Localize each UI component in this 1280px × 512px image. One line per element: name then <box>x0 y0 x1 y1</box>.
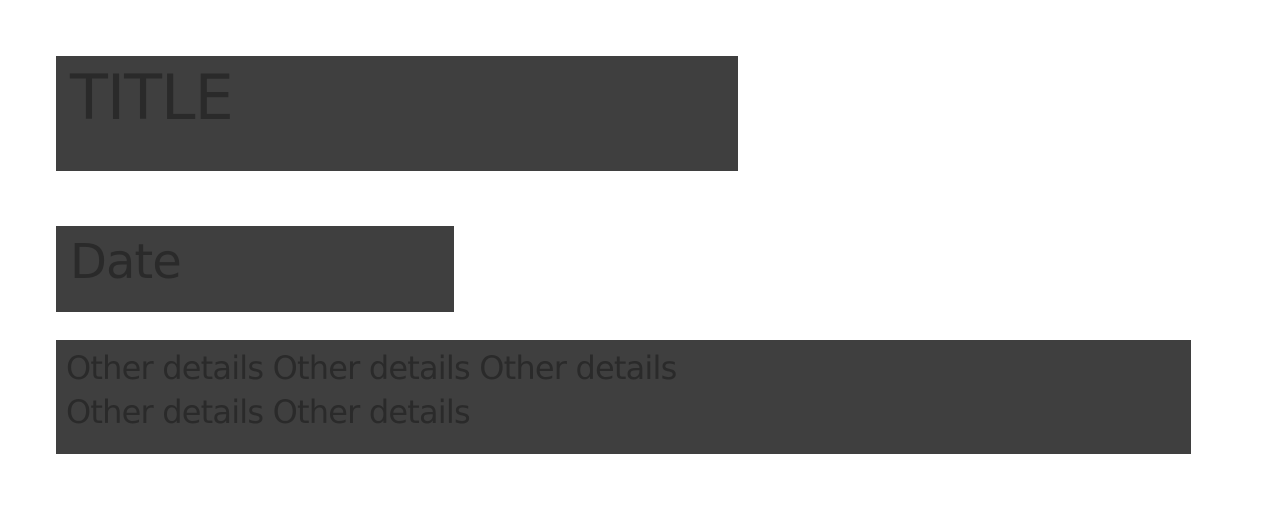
details-placeholder-block: Other details Other details Other detail… <box>56 340 1191 454</box>
page-title: TITLE <box>70 61 234 134</box>
title-placeholder-block: TITLE <box>56 56 738 171</box>
details-text: Other details Other details Other detail… <box>66 349 677 431</box>
date-label: Date <box>70 234 182 290</box>
date-placeholder-block: Date <box>56 226 454 312</box>
